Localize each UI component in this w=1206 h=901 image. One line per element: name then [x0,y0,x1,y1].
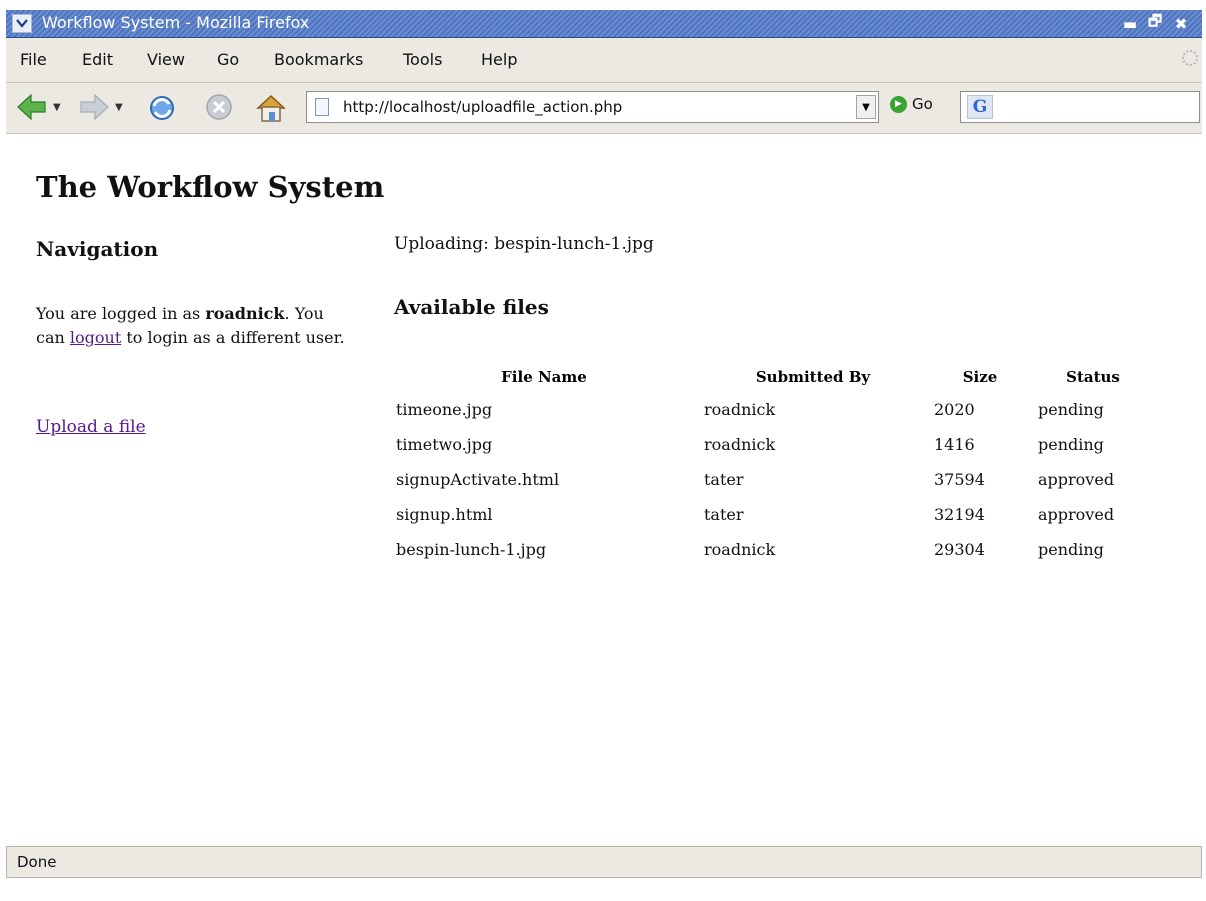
menu-go[interactable]: Go [217,50,239,69]
menu-file[interactable]: File [20,50,47,69]
google-search-engine-icon[interactable]: G [967,95,993,119]
throbber-icon [1182,50,1198,66]
maximize-icon[interactable]: 🗗 [1144,12,1166,34]
window-menu-chevron-icon[interactable] [12,14,32,33]
menu-help[interactable]: Help [481,50,517,69]
files-table: File Name Submitted By Size Status timeo… [390,362,1154,567]
reload-button[interactable] [146,92,178,124]
forward-button[interactable]: ▼ [78,92,123,122]
upload-link-container: Upload a file [36,417,146,437]
cell-file-name: bespin-lunch-1.jpg [396,540,547,559]
cell-submitted-by: roadnick [704,540,776,559]
header-submitted-by: Submitted By [755,368,871,386]
page-icon [315,98,329,116]
login-suffix: to login as a different user. [121,328,345,347]
home-button[interactable] [254,92,288,124]
close-icon[interactable]: ✖ [1170,13,1192,34]
uploading-status: Uploading: bespin-lunch-1.jpg [394,234,654,254]
logout-link[interactable]: logout [70,328,121,347]
cell-size: 37594 [934,470,985,489]
navigation-toolbar: ▼ ▼ http://localhost/uploadfile_action.p… [6,83,1202,134]
go-label: Go [912,95,933,113]
login-prefix: You are logged in as [36,304,206,323]
cell-submitted-by: roadnick [704,400,776,419]
page-content: The Workflow System Navigation You are l… [0,134,1206,840]
table-row: signupActivate.html tater 37594 approved [390,462,1154,497]
cell-size: 2020 [934,400,975,419]
back-dropdown-icon[interactable]: ▼ [53,102,61,113]
cell-file-name: signupActivate.html [396,470,560,489]
cell-status: approved [1038,505,1115,524]
go-button[interactable]: ▶ Go [890,95,933,113]
search-box[interactable]: G [960,91,1200,123]
cell-file-name: timeone.jpg [396,400,493,419]
cell-submitted-by: tater [704,505,744,524]
cell-size: 29304 [934,540,985,559]
window-titlebar[interactable]: Workflow System - Mozilla Firefox ▬ 🗗 ✖ [6,10,1202,38]
table-header-row: File Name Submitted By Size Status [390,362,1154,392]
table-row: bespin-lunch-1.jpg roadnick 29304 pendin… [390,532,1154,567]
available-files-heading: Available files [394,295,549,319]
table-row: timetwo.jpg roadnick 1416 pending [390,427,1154,462]
cell-status: pending [1038,400,1104,419]
forward-icon [80,93,109,121]
minimize-icon[interactable]: ▬ [1119,13,1141,34]
url-bar[interactable]: http://localhost/uploadfile_action.php ▼ [306,91,879,123]
cell-file-name: timetwo.jpg [396,435,493,454]
back-icon [17,93,46,121]
cell-file-name: signup.html [396,505,493,524]
forward-dropdown-icon[interactable]: ▼ [115,102,123,113]
status-bar: Done [6,846,1202,878]
cell-submitted-by: tater [704,470,744,489]
back-button[interactable]: ▼ [16,92,61,122]
status-bar-area: Done [0,840,1206,901]
logged-in-username: roadnick [205,304,285,323]
cell-size: 1416 [934,435,975,454]
reload-icon [150,96,174,120]
go-arrow-icon: ▶ [890,95,907,113]
menu-bar: File Edit View Go Bookmarks Tools Help [6,38,1202,83]
menu-view[interactable]: View [147,50,185,69]
url-text[interactable]: http://localhost/uploadfile_action.php [343,98,622,116]
table-row: timeone.jpg roadnick 2020 pending [390,392,1154,427]
menu-tools[interactable]: Tools [403,50,442,69]
top-strip [0,0,1206,10]
window-title: Workflow System - Mozilla Firefox [42,13,310,32]
header-size: Size [962,368,998,386]
table-row: signup.html tater 32194 approved [390,497,1154,532]
header-file-name: File Name [501,368,587,386]
page-title: The Workflow System [36,170,385,204]
upload-file-link[interactable]: Upload a file [36,417,146,437]
cell-status: approved [1038,470,1115,489]
home-icon [256,94,286,122]
cell-size: 32194 [934,505,985,524]
cell-status: pending [1038,435,1104,454]
status-text: Done [17,853,57,871]
url-dropdown-icon[interactable]: ▼ [856,95,876,119]
cell-status: pending [1038,540,1104,559]
navigation-heading: Navigation [36,237,159,261]
menu-edit[interactable]: Edit [82,50,113,69]
stop-button[interactable] [204,92,234,122]
cell-submitted-by: roadnick [704,435,776,454]
menu-bookmarks[interactable]: Bookmarks [274,50,363,69]
login-info: You are logged in as roadnick. You can l… [36,302,356,350]
stop-icon [206,94,232,120]
header-status: Status [1066,368,1120,386]
